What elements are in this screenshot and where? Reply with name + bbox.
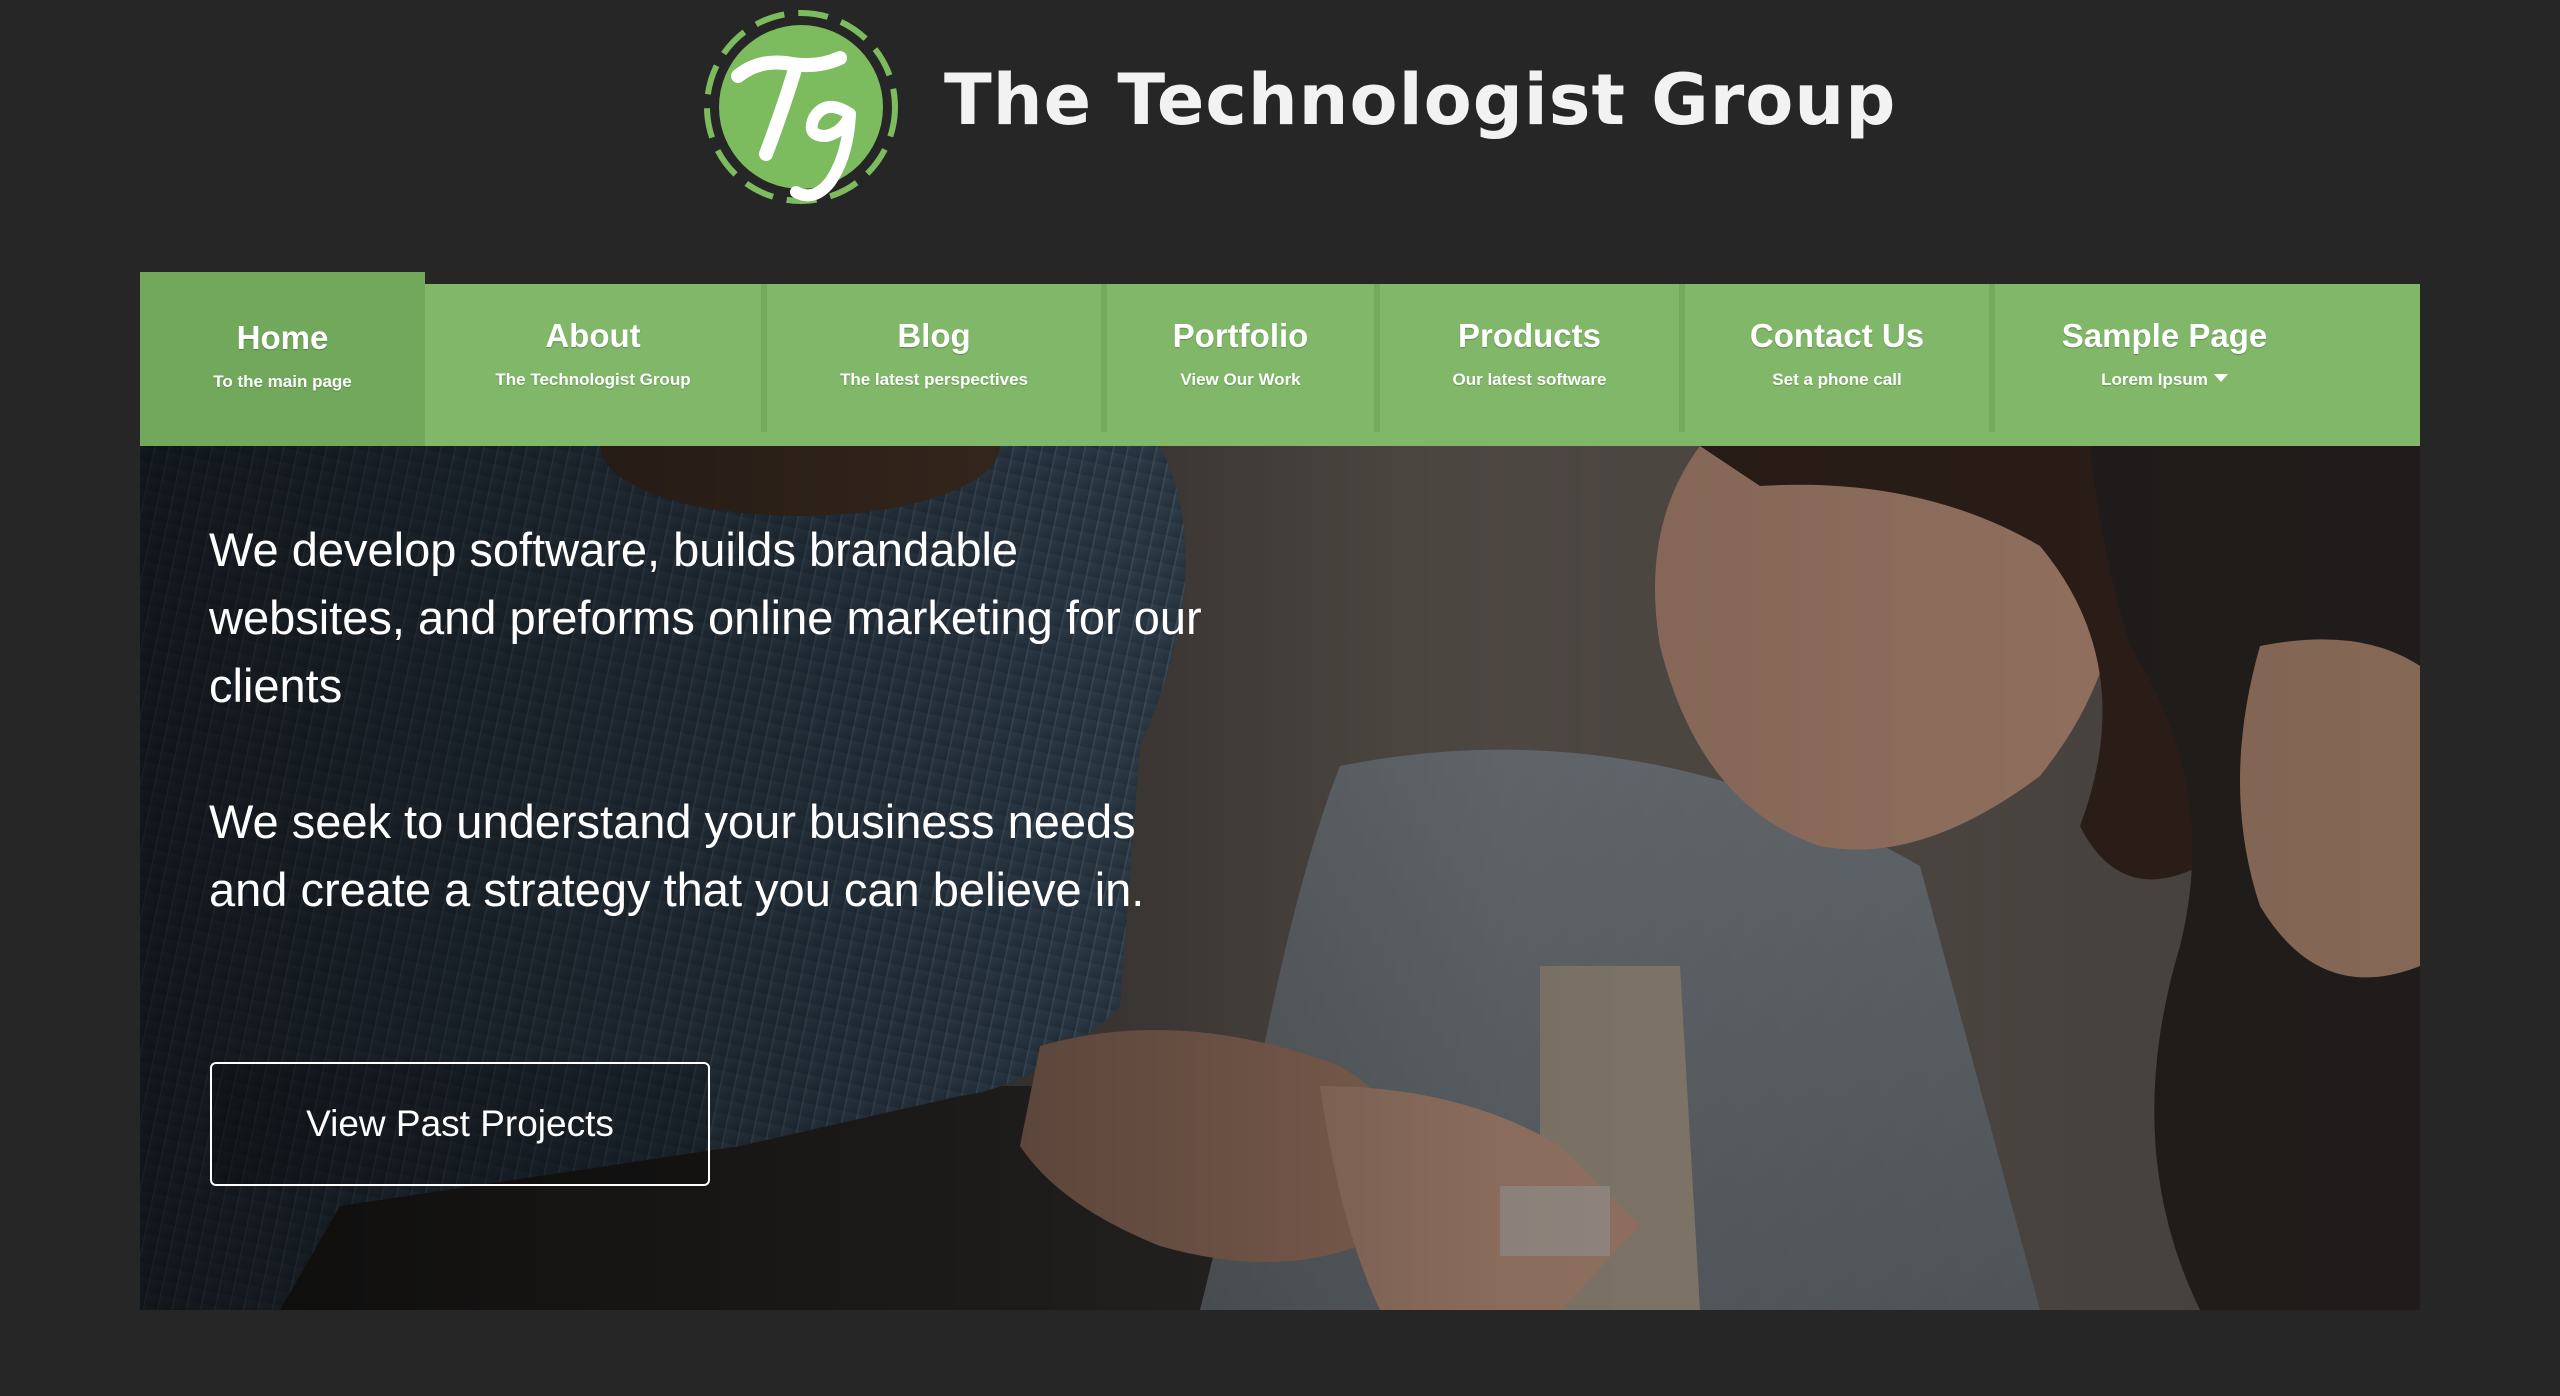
hero-banner: We develop software, builds brandable we…: [140, 446, 2420, 1310]
hero-paragraph: We develop software, builds brandable we…: [209, 523, 1202, 712]
nav-item-home[interactable]: Home To the main page: [140, 272, 425, 446]
nav-item-portfolio[interactable]: Portfolio View Our Work: [1107, 284, 1380, 432]
nav-item-label: Home: [236, 319, 329, 356]
main-navigation: Home To the main page About The Technolo…: [140, 272, 2420, 446]
nav-item-subtitle: To the main page: [213, 372, 352, 391]
nav-item-label: Portfolio: [1172, 317, 1309, 354]
nav-item-sample-page[interactable]: Sample Page Lorem Ipsum: [1995, 284, 2334, 432]
nav-item-label: Contact Us: [1749, 317, 1925, 354]
nav-item-subtitle: The latest perspectives: [839, 370, 1029, 389]
nav-item-blog[interactable]: Blog The latest perspectives: [767, 284, 1107, 432]
caret-down-icon[interactable]: [2213, 374, 2228, 382]
site-header: The Technologist Group: [0, 0, 2560, 240]
nav-item-subtitle-text: Lorem Ipsum: [2101, 370, 2208, 389]
view-past-projects-button[interactable]: View Past Projects: [210, 1062, 710, 1186]
nav-item-label: Products: [1457, 317, 1602, 354]
nav-item-about[interactable]: About The Technologist Group: [425, 284, 767, 432]
hero-paragraph: We seek to understand your business need…: [209, 795, 1145, 916]
nav-item-contact-us[interactable]: Contact Us Set a phone call: [1685, 284, 1995, 432]
nav-item-subtitle: Lorem Ipsum: [1995, 368, 2334, 392]
nav-item-subtitle: Our latest software: [1452, 370, 1607, 389]
nav-item-subtitle: View Our Work: [1180, 370, 1301, 389]
nav-item-subtitle: The Technologist Group: [495, 370, 691, 389]
nav-item-products[interactable]: Products Our latest software: [1380, 284, 1685, 432]
nav-item-label: Sample Page: [2061, 317, 2268, 354]
site-title[interactable]: The Technologist Group: [944, 52, 1896, 148]
nav-item-label: Blog: [897, 317, 971, 354]
nav-item-label: About: [545, 317, 641, 354]
logo-icon[interactable]: [700, 6, 902, 208]
nav-item-subtitle: Set a phone call: [1772, 370, 1902, 389]
